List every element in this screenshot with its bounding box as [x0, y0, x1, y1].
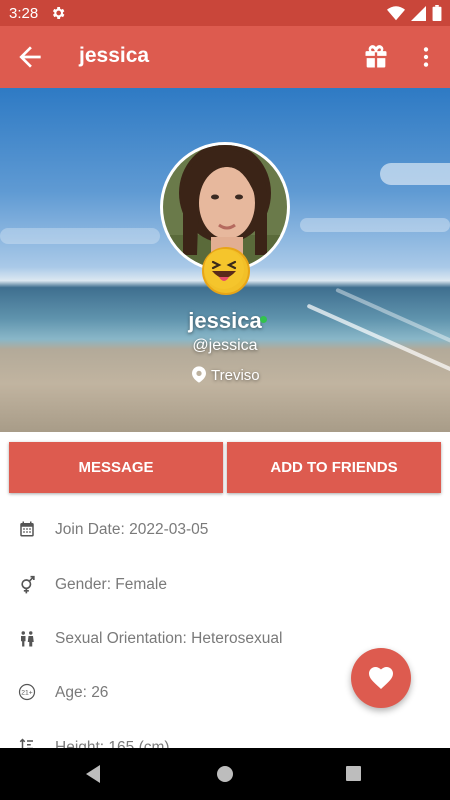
arrow-back-icon — [19, 46, 41, 68]
more-vert-icon — [423, 47, 429, 67]
message-button[interactable]: MESSAGE — [9, 442, 223, 493]
nav-home-icon[interactable] — [217, 766, 233, 782]
add-to-friends-button[interactable]: ADD TO FRIENDS — [227, 442, 441, 493]
app-bar: jessica — [0, 26, 450, 88]
gift-icon — [365, 45, 387, 68]
wifi-icon — [387, 5, 405, 26]
nav-recents-icon[interactable] — [346, 766, 361, 781]
gender-text: Gender: Female — [55, 576, 167, 593]
join-date-text: Join Date: 2022-03-05 — [55, 521, 209, 538]
gender-icon — [18, 575, 38, 595]
people-icon — [18, 629, 38, 649]
location-pin-icon — [192, 366, 206, 388]
battery-icon — [432, 5, 442, 26]
orientation-text: Sexual Orientation: Heterosexual — [55, 630, 283, 647]
calendar-icon — [18, 520, 38, 540]
more-options-button[interactable] — [413, 41, 439, 73]
back-button[interactable] — [14, 41, 46, 73]
settings-gear-icon — [50, 5, 66, 26]
nav-back-icon[interactable] — [84, 764, 102, 789]
info-row-gender: Gender: Female — [0, 558, 450, 612]
page-title: jessica — [79, 44, 150, 67]
profile-location: Treviso — [211, 367, 260, 384]
age-icon: 21+ — [18, 683, 38, 703]
profile-name: jessica — [188, 308, 262, 333]
status-bar: 3:28 — [0, 0, 450, 26]
profile-handle: @jessica — [192, 337, 258, 354]
signal-icon — [411, 5, 426, 26]
info-row-join-date: Join Date: 2022-03-05 — [0, 503, 450, 557]
status-time: 3:28 — [9, 5, 39, 22]
svg-text:21+: 21+ — [21, 690, 33, 697]
gift-button[interactable] — [362, 43, 390, 71]
age-text: Age: 26 — [55, 684, 109, 701]
heart-icon — [369, 667, 393, 689]
online-status-dot — [260, 316, 267, 323]
like-fab-button[interactable] — [351, 648, 411, 708]
mood-emoji-icon — [202, 247, 250, 295]
system-nav-bar — [0, 748, 450, 800]
